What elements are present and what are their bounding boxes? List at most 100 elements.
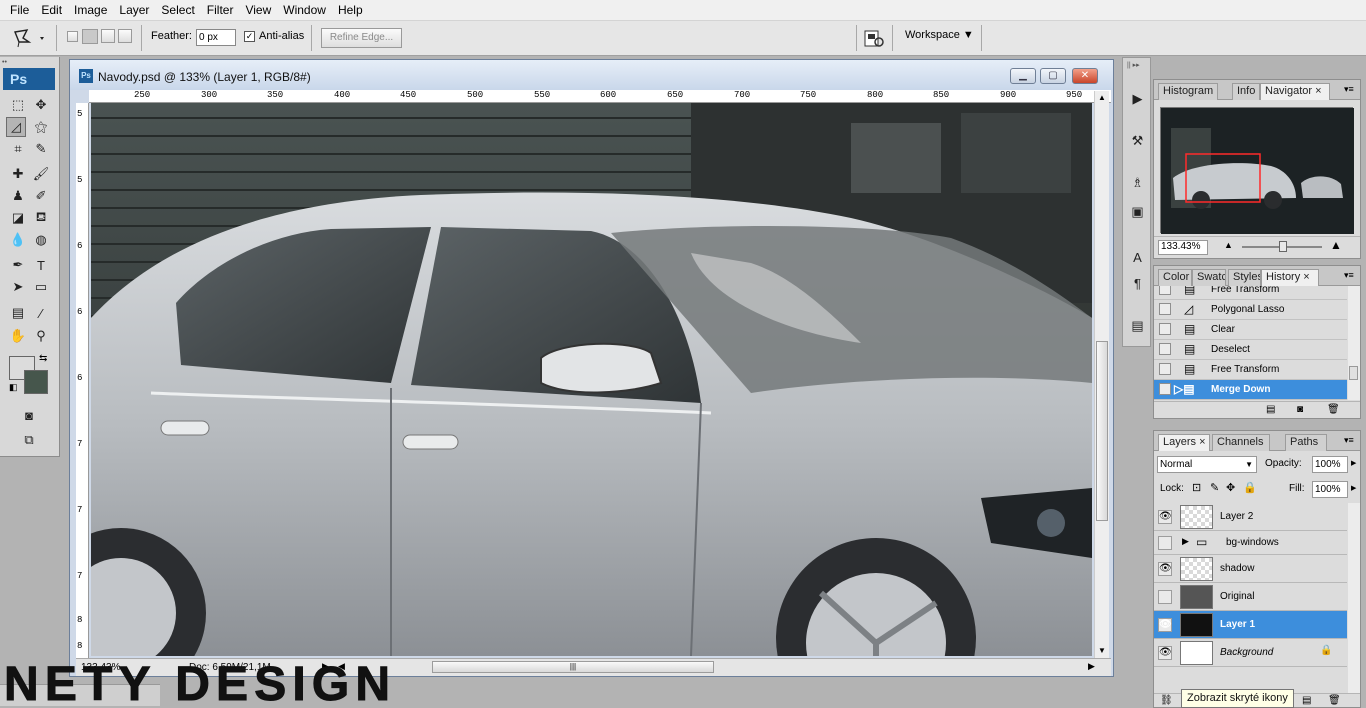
toolbox-grip-icon[interactable]: •• — [2, 59, 7, 66]
fill-input[interactable]: 100% — [1312, 481, 1348, 498]
layer-row[interactable]: 👁 Background 🔒 — [1154, 639, 1347, 667]
refine-edge-button[interactable]: Refine Edge... — [321, 28, 402, 48]
vertical-scroll-thumb[interactable] — [1096, 341, 1108, 521]
background-color-swatch[interactable] — [24, 370, 48, 394]
layer-group-row[interactable]: ▶ ▭ bg-windows — [1154, 531, 1347, 555]
paragraph-panel-icon[interactable]: ¶ — [1127, 272, 1148, 294]
healing-brush-tool-icon[interactable]: ✚ — [8, 164, 28, 184]
history-scroll-thumb[interactable] — [1349, 366, 1358, 380]
menu-help[interactable]: Help — [332, 3, 369, 17]
menu-image[interactable]: Image — [68, 3, 113, 17]
menu-select[interactable]: Select — [155, 3, 200, 17]
antialias-checkbox[interactable]: ✓ — [244, 31, 255, 42]
zoom-tool-icon[interactable]: ⚲ — [31, 326, 51, 346]
menu-filter[interactable]: Filter — [201, 3, 240, 17]
history-snapshot-checkbox[interactable] — [1159, 343, 1171, 355]
tab-layers[interactable]: Layers × — [1158, 434, 1210, 451]
hand-tool-icon[interactable]: ✋ — [8, 326, 28, 346]
history-item[interactable]: ▤ Free Transform — [1154, 360, 1347, 380]
lock-image-icon[interactable]: ✎ — [1210, 481, 1219, 494]
layer-row[interactable]: 👁 Layer 2 — [1154, 503, 1347, 531]
eye-icon[interactable]: 👁 — [1158, 562, 1172, 576]
navigator-preview[interactable] — [1160, 107, 1354, 234]
trash-icon[interactable]: 🗑 — [1327, 404, 1340, 415]
tool-presets-panel-icon[interactable]: ⚒ — [1127, 130, 1148, 152]
close-button[interactable]: ✕ — [1072, 68, 1098, 84]
tab-color[interactable]: Color — [1158, 269, 1192, 286]
eyedropper-tool-icon[interactable]: ⁄ — [31, 303, 51, 323]
trash-icon[interactable]: 🗑 — [1328, 695, 1341, 706]
tab-history[interactable]: History × — [1261, 269, 1319, 286]
zoom-in-icon[interactable]: ▲ — [1330, 238, 1342, 252]
minimize-button[interactable]: ▁ — [1010, 68, 1036, 84]
character-panel-icon[interactable]: A — [1127, 246, 1148, 268]
layers-scrollbar[interactable] — [1348, 503, 1360, 693]
menu-view[interactable]: View — [239, 3, 277, 17]
panel-menu-icon[interactable]: ▾≡ — [1344, 270, 1354, 281]
lock-position-icon[interactable]: ✥ — [1226, 481, 1235, 494]
panel-menu-icon[interactable]: ▾≡ — [1344, 435, 1354, 446]
slice-tool-icon[interactable]: ✎ — [31, 139, 51, 159]
clone-source-panel-icon[interactable]: ♗ — [1127, 172, 1148, 194]
history-snapshot-checkbox[interactable] — [1159, 383, 1171, 395]
history-snapshot-checkbox[interactable] — [1159, 303, 1171, 315]
layer-row[interactable]: Original — [1154, 583, 1347, 611]
history-item[interactable]: ◿ Polygonal Lasso — [1154, 300, 1347, 320]
screen-mode-icon[interactable]: ⧉ — [19, 430, 39, 450]
move-tool-icon[interactable]: ✥ — [31, 95, 51, 115]
tab-navigator[interactable]: Navigator × — [1260, 83, 1330, 100]
close-icon[interactable]: × — [1199, 436, 1205, 448]
navigator-zoom-input[interactable]: 133.43% — [1158, 240, 1208, 255]
quick-mask-icon[interactable]: ◙ — [19, 405, 39, 425]
visibility-toggle[interactable] — [1158, 536, 1172, 550]
history-snapshot-checkbox[interactable] — [1159, 363, 1171, 375]
close-icon[interactable]: × — [1303, 271, 1309, 283]
type-tool-icon[interactable]: T — [31, 255, 51, 275]
fill-arrow-icon[interactable]: ▶ — [1351, 484, 1356, 492]
expand-arrow-icon[interactable]: ▶ — [1182, 536, 1189, 547]
document-titlebar[interactable]: Ps Navody.psd @ 133% (Layer 1, RGB/8#) ▁… — [70, 60, 1113, 90]
magic-wand-tool-icon[interactable]: ⚝ — [31, 117, 51, 137]
add-to-selection-icon[interactable] — [82, 29, 98, 44]
menu-file[interactable]: File — [4, 3, 35, 17]
new-layer-icon[interactable]: ▤ — [1302, 695, 1311, 706]
new-selection-icon[interactable] — [67, 31, 78, 42]
feather-input[interactable] — [196, 29, 236, 46]
path-selection-tool-icon[interactable]: ➤ — [8, 277, 28, 297]
dock-grip-icon[interactable]: || ▸▸ — [1127, 61, 1140, 69]
vertical-scrollbar[interactable]: ▲ ▼ — [1094, 91, 1109, 660]
workspace-menu[interactable]: Workspace ▼ — [905, 29, 974, 41]
history-scrollbar[interactable] — [1348, 286, 1360, 400]
opacity-arrow-icon[interactable]: ▶ — [1351, 459, 1356, 467]
history-brush-tool-icon[interactable]: ✐ — [31, 186, 51, 206]
brush-tool-icon[interactable]: 🖌 — [31, 164, 51, 184]
link-layers-icon[interactable]: ⛓ — [1160, 695, 1173, 706]
tab-styles[interactable]: Styles — [1228, 269, 1261, 286]
zoom-out-icon[interactable]: ▲ — [1224, 240, 1233, 250]
tab-swatches[interactable]: Swatc — [1192, 269, 1226, 286]
workspace-docs-icon[interactable] — [862, 28, 886, 50]
history-snapshot-checkbox[interactable] — [1159, 286, 1171, 295]
eye-icon[interactable]: 👁 — [1158, 618, 1172, 632]
panel-menu-icon[interactable]: ▾≡ — [1344, 84, 1354, 95]
clone-stamp-tool-icon[interactable]: ♟ — [8, 186, 28, 206]
horizontal-scroll-thumb[interactable]: ||| — [432, 661, 714, 673]
history-item[interactable]: ▤ Clear — [1154, 320, 1347, 340]
subtract-from-selection-icon[interactable] — [101, 29, 115, 43]
menu-layer[interactable]: Layer — [113, 3, 155, 17]
history-item[interactable]: ▤ Deselect — [1154, 340, 1347, 360]
paint-bucket-tool-icon[interactable]: ⛾ — [31, 208, 51, 228]
notes-tool-icon[interactable]: ▤ — [8, 303, 28, 323]
swap-colors-icon[interactable]: ⇆ — [39, 353, 47, 364]
menu-window[interactable]: Window — [277, 3, 332, 17]
tab-paths[interactable]: Paths — [1285, 434, 1327, 451]
lock-transparency-icon[interactable]: ⊡ — [1192, 481, 1201, 494]
blur-tool-icon[interactable]: 💧 — [8, 230, 28, 250]
crop-tool-icon[interactable]: ⌗ — [8, 139, 28, 159]
maximize-button[interactable]: ▢ — [1040, 68, 1066, 84]
visibility-toggle[interactable] — [1158, 590, 1172, 604]
scroll-right-icon[interactable]: ▶ — [1088, 661, 1095, 672]
zoom-slider-handle[interactable] — [1279, 241, 1287, 252]
menu-edit[interactable]: Edit — [35, 3, 68, 17]
shape-tool-icon[interactable]: ▭ — [31, 277, 51, 297]
